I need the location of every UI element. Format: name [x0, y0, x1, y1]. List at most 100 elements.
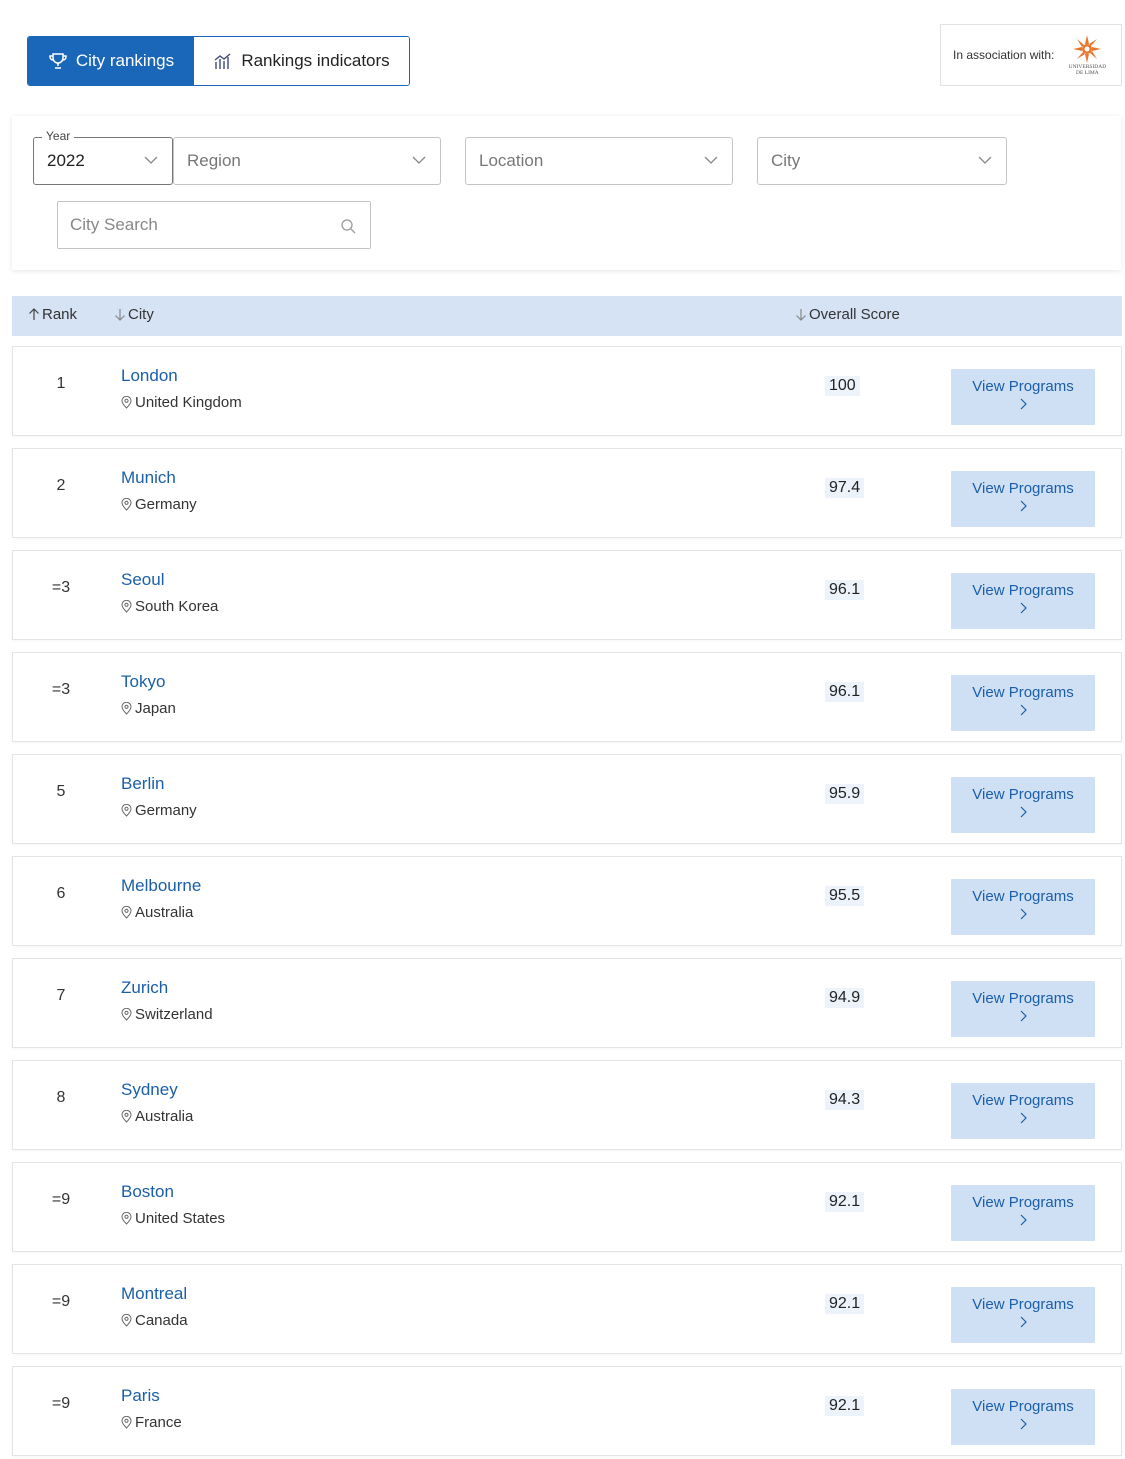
overall-score: 97.4	[825, 478, 865, 498]
location-pin-icon	[121, 804, 132, 817]
view-programs-button[interactable]: View Programs	[951, 1287, 1095, 1343]
city-select[interactable]: City	[757, 137, 1007, 185]
country-name: Germany	[135, 802, 197, 819]
country-label: Germany	[121, 802, 197, 819]
table-row: =3 Seoul South Korea 96.1 View Programs	[12, 550, 1122, 640]
city-select-value: City	[771, 151, 801, 170]
view-programs-button[interactable]: View Programs	[951, 777, 1095, 833]
rank-header-label: Rank	[42, 306, 78, 323]
view-programs-button[interactable]: View Programs	[951, 369, 1095, 425]
chevron-right-icon	[1020, 1316, 1027, 1328]
association-badge: In association with: UNIVERSIDAD DE LIMA	[940, 24, 1122, 86]
rank-value: =9	[51, 1395, 71, 1412]
year-select[interactable]: Year 2022	[33, 129, 173, 185]
country-name: Japan	[135, 700, 176, 717]
country-label: United Kingdom	[121, 394, 242, 411]
sort-rank-header[interactable]: Rank	[28, 306, 77, 323]
view-programs-button[interactable]: View Programs	[951, 1083, 1095, 1139]
sort-score-header[interactable]: Overall Score	[795, 306, 900, 323]
city-link[interactable]: Boston	[121, 1182, 174, 1202]
chevron-right-icon	[1020, 1214, 1027, 1226]
tab-rankings-indicators[interactable]: Rankings indicators	[194, 37, 409, 85]
overall-score: 92.1	[825, 1192, 865, 1212]
chevron-down-icon	[144, 156, 158, 164]
overall-score: 92.1	[825, 1396, 865, 1416]
university-logo: UNIVERSIDAD DE LIMA	[1062, 34, 1112, 76]
city-link[interactable]: Tokyo	[121, 672, 165, 692]
view-programs-button[interactable]: View Programs	[951, 1185, 1095, 1241]
city-link[interactable]: Montreal	[121, 1284, 187, 1304]
overall-score: 92.1	[825, 1294, 865, 1314]
city-search-box	[57, 201, 371, 249]
view-programs-button[interactable]: View Programs	[951, 471, 1095, 527]
location-select-value: Location	[479, 151, 544, 170]
score-header-label: Overall Score	[809, 306, 900, 323]
location-pin-icon	[121, 600, 132, 613]
table-row: 1 London United Kingdom 100 View Program…	[12, 346, 1122, 436]
country-name: Canada	[135, 1312, 188, 1329]
rank-value: =9	[51, 1191, 71, 1208]
year-select-label: Year	[42, 129, 75, 143]
country-label: United States	[121, 1210, 225, 1227]
city-link[interactable]: Seoul	[121, 570, 164, 590]
country-label: South Korea	[121, 598, 218, 615]
country-name: United States	[135, 1210, 226, 1227]
country-name: Australia	[135, 1108, 194, 1125]
location-select[interactable]: Location	[465, 137, 733, 185]
overall-score: 94.9	[825, 988, 865, 1008]
city-link[interactable]: Sydney	[121, 1080, 178, 1100]
chevron-down-icon	[704, 156, 718, 164]
country-name: South Korea	[135, 598, 219, 615]
tab-city-rankings[interactable]: City rankings	[28, 37, 194, 85]
table-row: =3 Tokyo Japan 96.1 View Programs	[12, 652, 1122, 742]
view-programs-label: View Programs	[972, 990, 1074, 1007]
country-name: France	[135, 1414, 182, 1431]
city-link[interactable]: Paris	[121, 1386, 160, 1406]
country-name: Australia	[135, 904, 194, 921]
sort-city-header[interactable]: City	[114, 306, 154, 323]
arrow-down-icon	[115, 309, 125, 321]
view-programs-button[interactable]: View Programs	[951, 981, 1095, 1037]
view-programs-label: View Programs	[972, 786, 1074, 803]
view-programs-button[interactable]: View Programs	[951, 879, 1095, 935]
chevron-right-icon	[1020, 908, 1027, 920]
city-link[interactable]: London	[121, 366, 178, 386]
ranking-tabs: City rankings Rankings indicators	[27, 36, 410, 86]
location-pin-icon	[121, 1416, 132, 1429]
city-link[interactable]: Melbourne	[121, 876, 201, 896]
rank-value: 1	[56, 375, 66, 392]
view-programs-button[interactable]: View Programs	[951, 675, 1095, 731]
rank-value: 5	[56, 783, 66, 800]
chevron-down-icon	[412, 156, 426, 164]
view-programs-button[interactable]: View Programs	[951, 573, 1095, 629]
chevron-right-icon	[1020, 602, 1027, 614]
region-select[interactable]: Region	[173, 137, 441, 185]
city-search-input[interactable]	[70, 215, 330, 235]
country-name: Switzerland	[135, 1006, 213, 1023]
rank-value: 8	[56, 1089, 66, 1106]
sunburst-logo-icon	[1073, 35, 1102, 63]
chevron-down-icon	[978, 156, 992, 164]
city-link[interactable]: Zurich	[121, 978, 168, 998]
overall-score: 94.3	[825, 1090, 865, 1110]
bar-chart-icon	[214, 53, 231, 69]
association-label: In association with:	[953, 48, 1055, 62]
view-programs-label: View Programs	[972, 684, 1074, 701]
city-link[interactable]: Munich	[121, 468, 176, 488]
overall-score: 95.5	[825, 886, 865, 906]
rank-value: 6	[56, 885, 66, 902]
view-programs-label: View Programs	[972, 888, 1074, 905]
chevron-right-icon	[1020, 398, 1027, 410]
filters-panel: Year 2022 Region Location City	[12, 116, 1121, 270]
view-programs-button[interactable]: View Programs	[951, 1389, 1095, 1445]
view-programs-label: View Programs	[972, 1296, 1074, 1313]
table-row: =9 Montreal Canada 92.1 View Programs	[12, 1264, 1122, 1354]
overall-score: 96.1	[825, 580, 865, 600]
chevron-right-icon	[1020, 1112, 1027, 1124]
chevron-right-icon	[1020, 704, 1027, 716]
city-link[interactable]: Berlin	[121, 774, 164, 794]
view-programs-label: View Programs	[972, 1398, 1074, 1415]
search-icon[interactable]	[340, 218, 356, 234]
rank-value: 2	[56, 477, 66, 494]
chevron-right-icon	[1020, 806, 1027, 818]
